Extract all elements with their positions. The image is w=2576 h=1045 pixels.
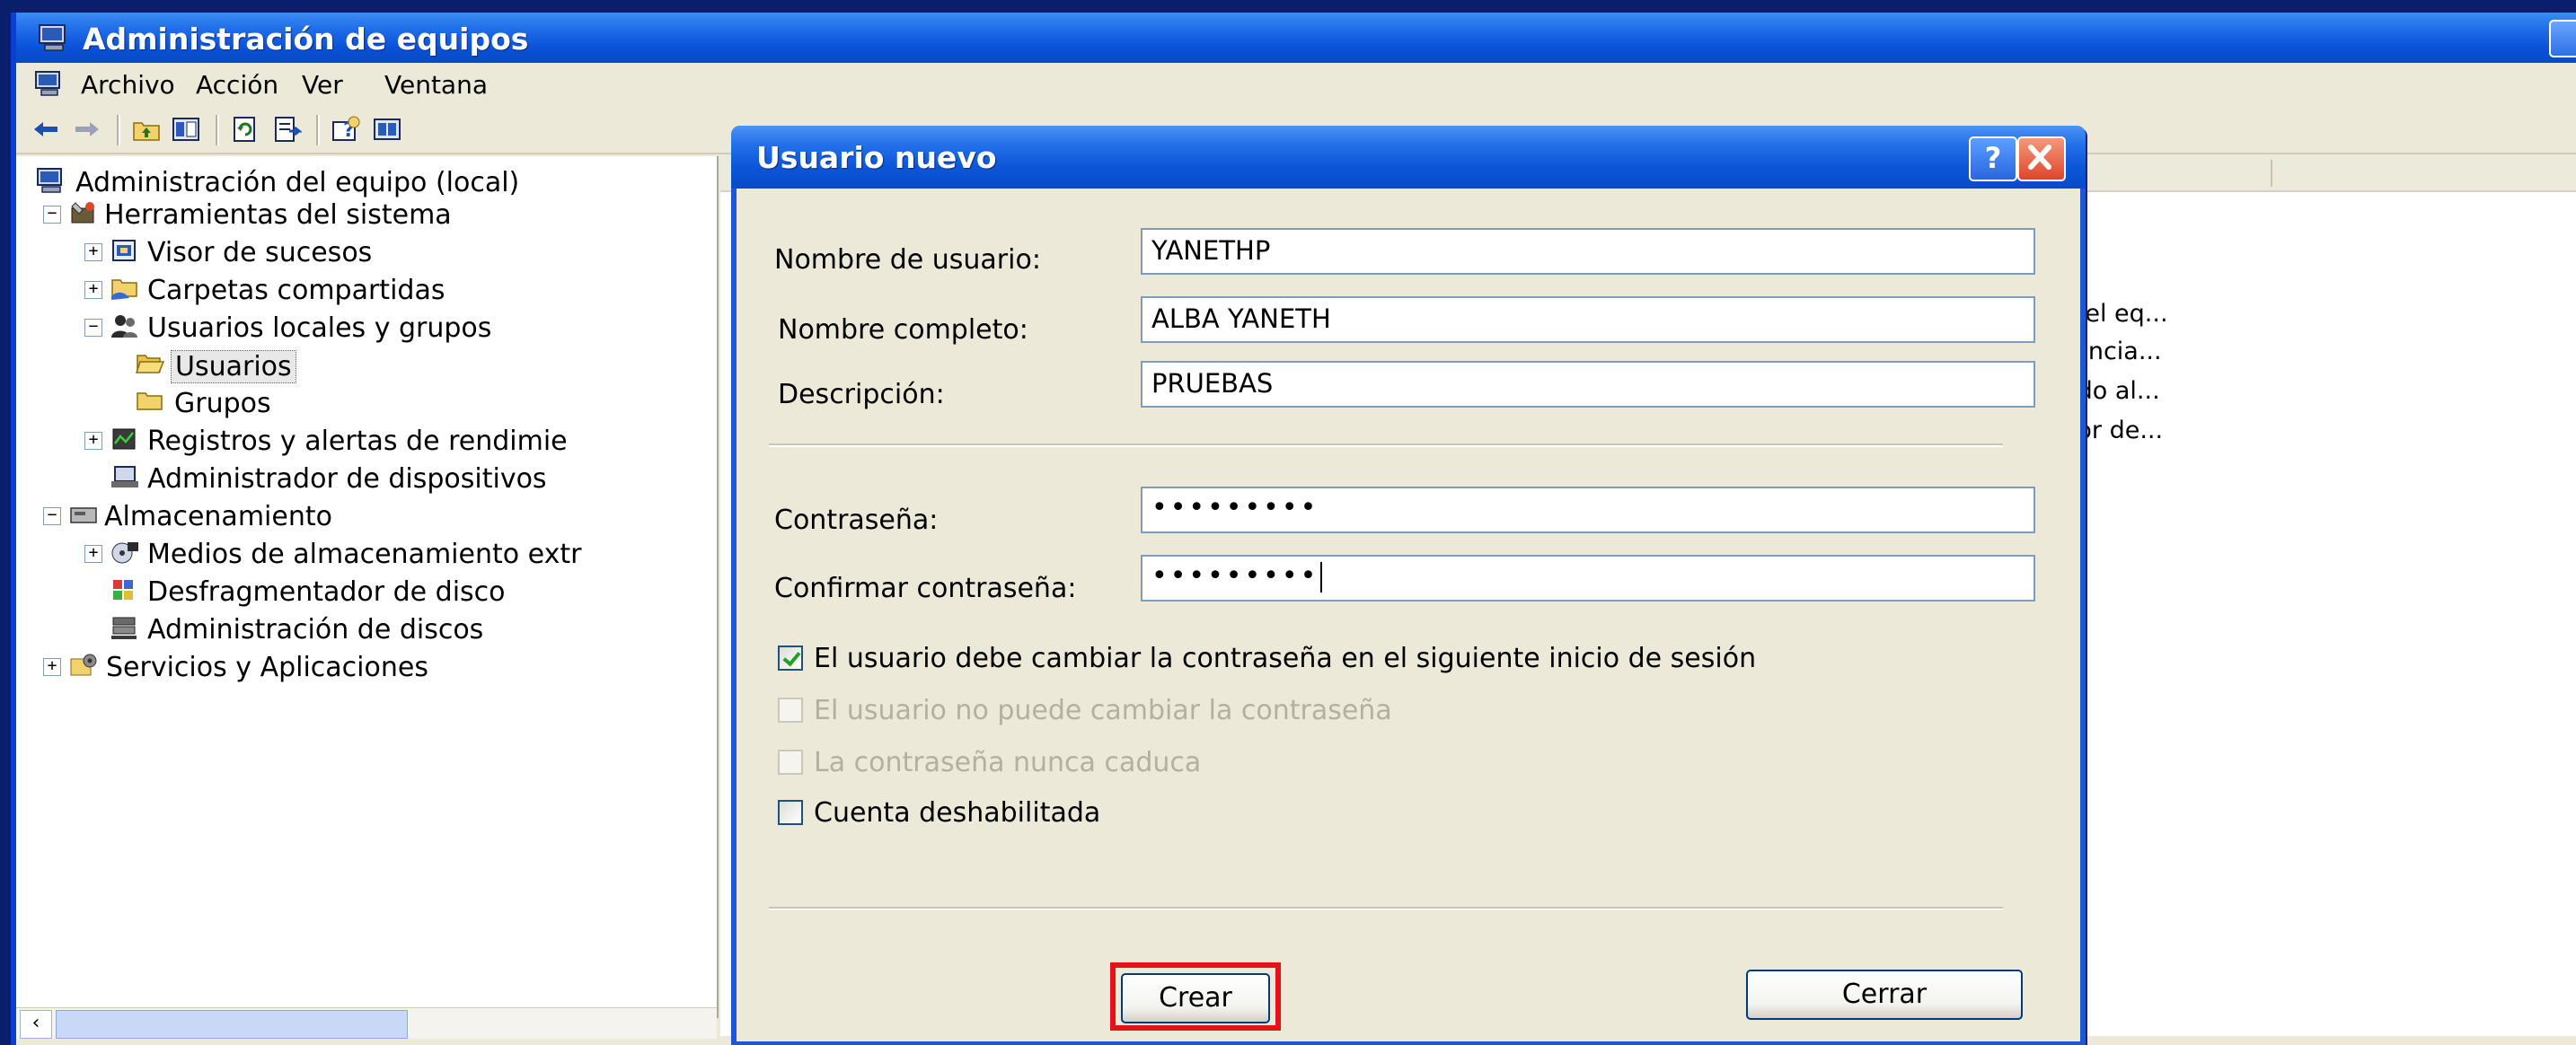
tree-label: Administrador de dispositivos (147, 463, 547, 495)
menu-ventana[interactable]: Ventana (384, 70, 488, 100)
back-arrow-icon[interactable] (31, 115, 61, 144)
expand-icon[interactable]: + (84, 243, 102, 261)
checkbox-checked-icon[interactable] (778, 645, 803, 671)
tree-label: Administración del equipo (local) (75, 167, 520, 198)
folder-icon (137, 392, 163, 410)
system-menu-icon[interactable] (34, 70, 65, 99)
menu-archivo[interactable]: Archivo (81, 70, 175, 100)
expand-icon[interactable]: + (43, 658, 61, 676)
tree-label: Almacenamiento (104, 501, 332, 532)
menu-accion[interactable]: Acción (196, 70, 278, 100)
new-user-dialog: Usuario nuevo ? Nombre de usuario: YANET… (731, 126, 2086, 1045)
password-label: Contraseña: (774, 505, 939, 536)
event-viewer-icon (112, 240, 136, 261)
services-apps-icon (70, 654, 97, 676)
forward-arrow-icon[interactable] (72, 115, 102, 144)
help-button[interactable]: ? (1969, 136, 2017, 181)
storage-icon (70, 507, 97, 523)
description-label: Descripción: (778, 379, 945, 410)
disk-management-icon (111, 617, 137, 639)
description-field[interactable]: PRUEBAS (1141, 361, 2035, 408)
tree-horizontal-scrollbar[interactable]: ‹ (16, 1007, 717, 1039)
menu-bar: Archivo Acción Ver Ventana (16, 63, 2576, 108)
collapse-icon[interactable]: − (84, 319, 102, 337)
export-list-icon[interactable] (271, 115, 302, 144)
menu-ver[interactable]: Ver (302, 70, 343, 100)
tree-label: Carpetas compartidas (147, 275, 446, 306)
close-x-icon (2028, 145, 2051, 170)
expand-icon[interactable]: + (84, 281, 102, 299)
dialog-title: Usuario nuevo (756, 140, 997, 175)
computer-icon (37, 168, 62, 193)
toolbar-separator (216, 115, 219, 145)
scroll-left-icon[interactable]: ‹ (20, 1010, 52, 1039)
tree-label: Servicios y Aplicaciones (106, 652, 428, 683)
password-field[interactable]: ••••••••• (1141, 487, 2035, 533)
checkbox-icon (778, 698, 803, 723)
close-icon[interactable] (2017, 136, 2066, 181)
username-label: Nombre de usuario: (774, 244, 1041, 276)
tree-label: Usuarios (171, 350, 296, 383)
checkbox-label: El usuario no puede cambiar la contraseñ… (814, 695, 1392, 726)
scroll-thumb[interactable] (56, 1010, 408, 1039)
main-title-bar[interactable]: Administración de equipos (16, 13, 2576, 63)
tree-label: Visor de sucesos (147, 237, 373, 268)
text-caret (1320, 561, 1323, 593)
tree-label: Medios de almacenamiento extr (147, 539, 582, 570)
tree-label: Registros y alertas de rendimie (147, 426, 568, 457)
refresh-icon[interactable] (230, 115, 260, 144)
checkbox-icon (778, 750, 803, 775)
main-window-title: Administración de equipos (83, 22, 529, 57)
dialog-title-bar[interactable]: Usuario nuevo ? (731, 126, 2086, 189)
column-divider[interactable] (2271, 160, 2272, 187)
performance-logs-icon (112, 428, 136, 450)
username-field[interactable]: YANETHP (1141, 228, 2035, 275)
checkbox-icon[interactable] (778, 800, 803, 825)
separator (769, 907, 2003, 910)
create-button[interactable]: Crear (1121, 973, 1270, 1023)
collapse-icon[interactable]: − (43, 507, 61, 525)
expand-icon[interactable]: + (84, 432, 102, 450)
confirm-password-label: Confirmar contraseña: (774, 573, 1077, 604)
checkbox-label: La contraseña nunca caduca (814, 747, 1202, 778)
toolbar-separator (117, 115, 120, 145)
shared-folder-icon (111, 279, 137, 300)
open-folder-icon (135, 355, 165, 373)
minimize-button[interactable] (2549, 20, 2576, 57)
fullname-field[interactable]: ALBA YANETH (1141, 296, 2035, 343)
close-button[interactable]: Cerrar (1746, 970, 2023, 1020)
removable-storage-icon (111, 542, 138, 564)
device-manager-icon (111, 466, 138, 487)
computer-management-window: Administración de equipos Archivo Acción… (11, 13, 2576, 1045)
tree-label: Administración de discos (147, 614, 484, 645)
tree-label: Grupos (174, 388, 271, 419)
up-folder-icon[interactable] (131, 115, 162, 144)
confirm-password-value: ••••••••• (1151, 560, 1319, 592)
expand-icon[interactable]: + (84, 545, 102, 563)
users-group-icon (111, 315, 137, 338)
tools-icon (71, 202, 94, 224)
computer-management-icon (39, 24, 66, 51)
confirm-password-field[interactable]: ••••••••• (1141, 555, 2035, 602)
fullname-label: Nombre completo: (778, 314, 1028, 346)
checkbox-label: El usuario debe cambiar la contraseña en… (814, 643, 1757, 674)
collapse-icon[interactable]: − (43, 206, 61, 224)
checkbox-label: Cuenta deshabilitada (814, 797, 1101, 829)
toolbar-separator (316, 115, 320, 145)
console-icon[interactable] (372, 115, 402, 144)
separator (769, 443, 2003, 447)
tree-label: Usuarios locales y grupos (147, 312, 492, 344)
show-hide-tree-icon[interactable] (171, 115, 201, 144)
tree-label: Herramientas del sistema (104, 199, 452, 231)
tree-label: Desfragmentador de disco (147, 576, 506, 608)
console-tree: Administración del equipo (local) − Herr… (16, 156, 719, 1018)
defrag-icon (113, 580, 133, 600)
help-icon[interactable]: ? (331, 115, 361, 144)
